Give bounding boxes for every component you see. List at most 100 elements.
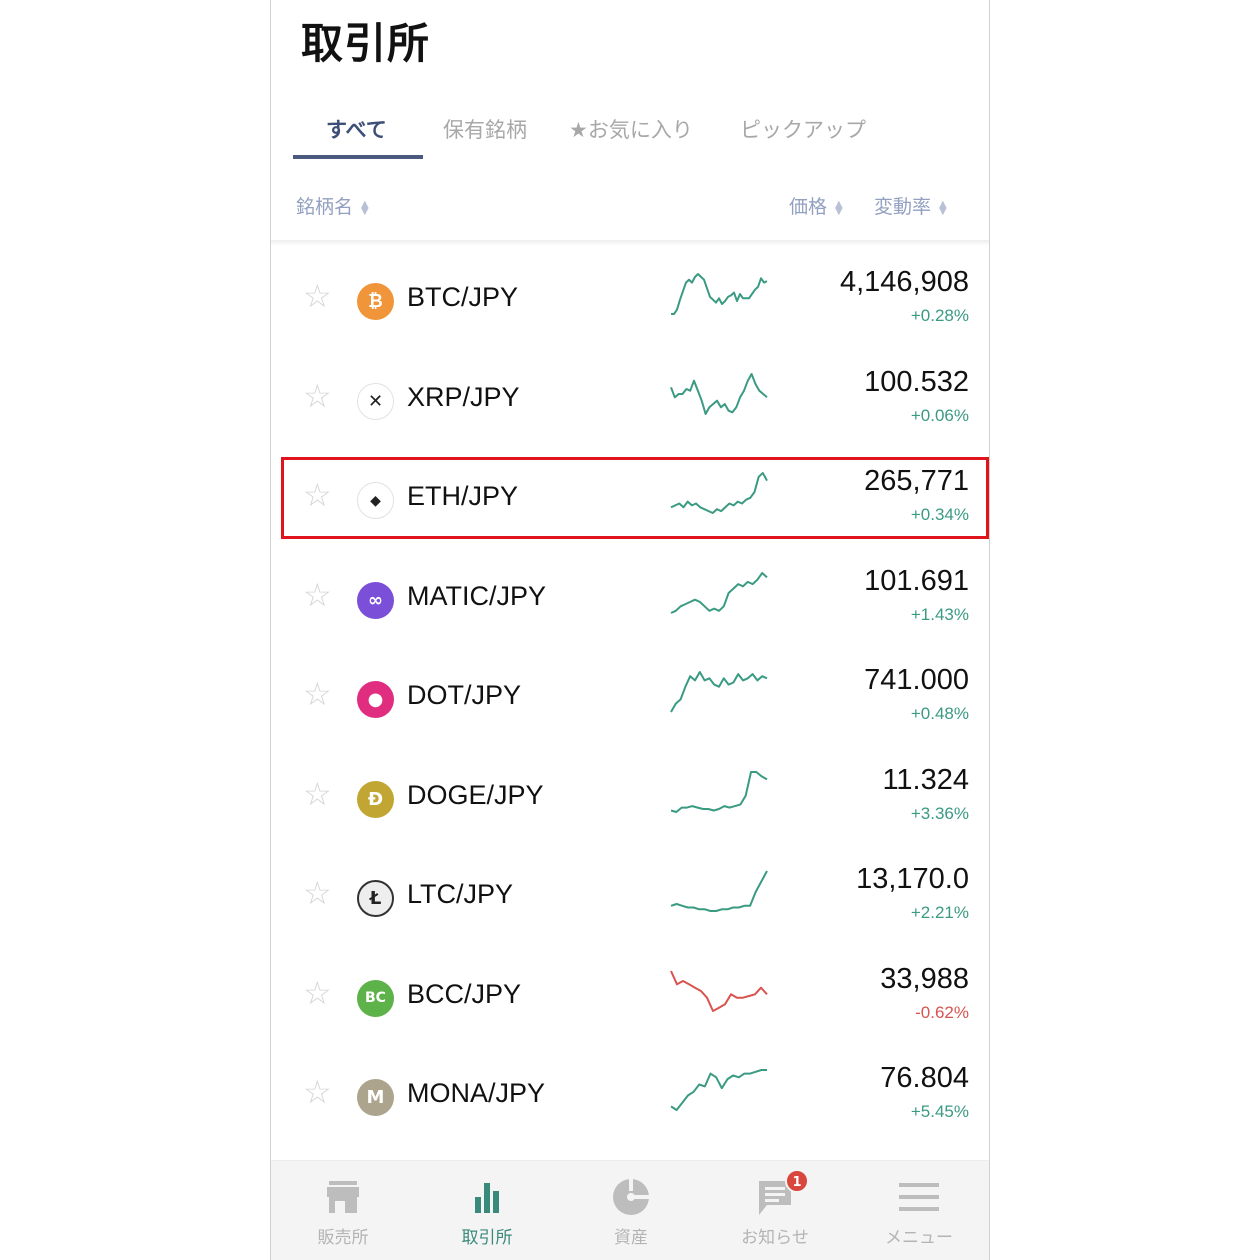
price-value: 100.532 — [864, 365, 969, 398]
page-title: 取引所 — [301, 19, 431, 68]
pair-name: LTC/JPY — [407, 879, 514, 909]
nav-store[interactable]: 販売所 — [271, 1161, 415, 1260]
change-rate: +0.34% — [910, 505, 969, 524]
polygon-icon: ∞ — [357, 581, 394, 619]
coin-row-dot[interactable]: ☆ ● DOT/JPY 741.000 +0.48% — [271, 646, 989, 746]
dogecoin-icon: Ð — [357, 780, 394, 818]
favorite-star-icon[interactable]: ☆ — [303, 1076, 332, 1108]
tab-all[interactable]: すべて — [326, 114, 387, 144]
coin-row-xrp[interactable]: ☆ ✕ XRP/JPY 100.532 +0.06% — [271, 348, 989, 448]
favorite-star-icon[interactable]: ☆ — [303, 877, 332, 909]
price-value: 11.324 — [882, 763, 969, 796]
price-value: 101.691 — [864, 564, 969, 597]
notification-badge: 1 — [785, 1169, 809, 1193]
price-value: 265,771 — [864, 465, 969, 497]
header-divider — [271, 240, 989, 246]
sparkline-line — [670, 372, 768, 415]
pie-chart-icon — [611, 1177, 651, 1217]
column-headers: 銘柄名 ▲ ▼ 価格 ▲ ▼ 変動率 ▲ ▼ — [271, 188, 989, 224]
pair-name: ETH/JPY — [407, 481, 519, 511]
change-rate: +0.48% — [910, 704, 969, 723]
coin-row-ltc[interactable]: ☆ Ł LTC/JPY 13,170.0 +2.21% — [271, 845, 989, 945]
tab-favorites[interactable]: ★お気に入り — [569, 114, 693, 144]
filter-tabs: すべて 保有銘柄 ★お気に入り ピックアップ — [293, 100, 973, 160]
sort-by-change[interactable]: 変動率 ▲ ▼ — [874, 192, 947, 219]
pair-name: XRP/JPY — [407, 381, 520, 412]
sparkline-line — [670, 671, 768, 713]
store-icon — [323, 1177, 363, 1217]
pair-name: BTC/JPY — [407, 282, 519, 312]
sort-by-name[interactable]: 銘柄名 ▲ ▼ — [296, 192, 369, 219]
sparkline-line — [671, 273, 768, 315]
nav-pie-chart[interactable]: 資産 — [559, 1161, 703, 1260]
active-tab-indicator — [293, 155, 423, 159]
sparkline-line — [670, 571, 768, 614]
sparkline-line — [670, 870, 768, 912]
change-rate: +2.21% — [910, 903, 969, 922]
favorite-star-icon[interactable]: ☆ — [303, 280, 332, 312]
sort-icon: ▲ ▼ — [835, 198, 843, 217]
pair-name: BCC/JPY — [407, 978, 522, 1009]
nav-label: 資産 — [614, 1228, 648, 1248]
sort-icon: ▲ ▼ — [939, 198, 947, 217]
ethereum-icon: ◆ — [357, 482, 394, 519]
coin-row-btc[interactable]: ☆ ₿ BTC/JPY 4,146,908 +0.28% — [271, 248, 989, 348]
coin-row-eth[interactable]: ☆ ◆ ETH/JPY 265,771 +0.34% — [271, 447, 989, 547]
sparkline-chart — [670, 571, 768, 614]
nav-bar-chart[interactable]: 取引所 — [415, 1161, 559, 1260]
favorite-star-icon[interactable]: ☆ — [303, 479, 332, 511]
bitcoin-icon: ₿ — [357, 283, 394, 320]
column-name-label: 銘柄名 — [296, 196, 354, 218]
price-value: 4,146,908 — [839, 266, 969, 298]
change-rate: +3.36% — [910, 803, 969, 823]
xrp-icon: ✕ — [357, 382, 394, 420]
sparkline-line — [670, 770, 768, 813]
favorite-star-icon[interactable]: ☆ — [303, 977, 332, 1009]
coin-row-matic[interactable]: ☆ ∞ MATIC/JPY 101.691 +1.43% — [271, 547, 989, 647]
bitcoin-cash-icon: BC — [357, 979, 394, 1017]
nav-label: 販売所 — [317, 1228, 369, 1248]
pair-name: MONA/JPY — [407, 1078, 546, 1108]
pair-name: MATIC/JPY — [407, 580, 547, 611]
sparkline-chart — [670, 472, 768, 514]
nav-label: 取引所 — [461, 1228, 513, 1248]
sparkline-chart — [671, 273, 768, 315]
column-change-label: 変動率 — [874, 196, 932, 218]
coin-row-bcc[interactable]: ☆ BC BCC/JPY 33,988 -0.62% — [271, 945, 989, 1045]
litecoin-icon: Ł — [357, 880, 394, 917]
nav-menu[interactable]: メニュー — [847, 1161, 989, 1260]
nav-message[interactable]: 1 お知らせ — [703, 1161, 847, 1260]
column-price-label: 価格 — [789, 196, 828, 218]
change-rate: +0.06% — [910, 405, 969, 425]
bar-chart-icon — [467, 1177, 507, 1217]
bottom-navigation: 販売所 取引所 資産 1 お知らせ メニュー — [271, 1160, 989, 1260]
monacoin-icon: M — [357, 1079, 394, 1116]
change-rate: +1.43% — [910, 604, 969, 624]
coin-row-mona[interactable]: ☆ M MONA/JPY 76.804 +5.45% — [271, 1044, 989, 1144]
change-rate: -0.62% — [915, 1002, 969, 1022]
tab-pickup[interactable]: ピックアップ — [740, 114, 866, 144]
coin-row-doge[interactable]: ☆ Ð DOGE/JPY 11.324 +3.36% — [271, 746, 989, 846]
sparkline-chart — [670, 1069, 767, 1111]
tab-holdings[interactable]: 保有銘柄 — [443, 114, 527, 144]
change-rate: +5.45% — [910, 1102, 969, 1121]
favorite-star-icon[interactable]: ☆ — [303, 778, 332, 810]
change-rate: +0.28% — [910, 306, 969, 325]
pair-name: DOGE/JPY — [407, 779, 544, 810]
polkadot-icon: ● — [357, 681, 394, 718]
sparkline-chart — [670, 671, 768, 713]
favorite-star-icon[interactable]: ☆ — [303, 678, 332, 710]
menu-icon — [899, 1177, 939, 1217]
sparkline-line — [670, 472, 768, 514]
price-value: 13,170.0 — [856, 863, 969, 895]
sparkline-chart — [670, 770, 768, 813]
sort-icon: ▲ ▼ — [361, 198, 369, 217]
pair-name: DOT/JPY — [407, 680, 522, 710]
favorite-star-icon[interactable]: ☆ — [303, 380, 332, 412]
sparkline-chart — [670, 372, 768, 415]
price-value: 33,988 — [880, 962, 969, 995]
sparkline-line — [670, 1069, 767, 1111]
price-value: 741.000 — [864, 664, 969, 696]
sort-by-price[interactable]: 価格 ▲ ▼ — [789, 192, 843, 219]
favorite-star-icon[interactable]: ☆ — [303, 579, 332, 611]
